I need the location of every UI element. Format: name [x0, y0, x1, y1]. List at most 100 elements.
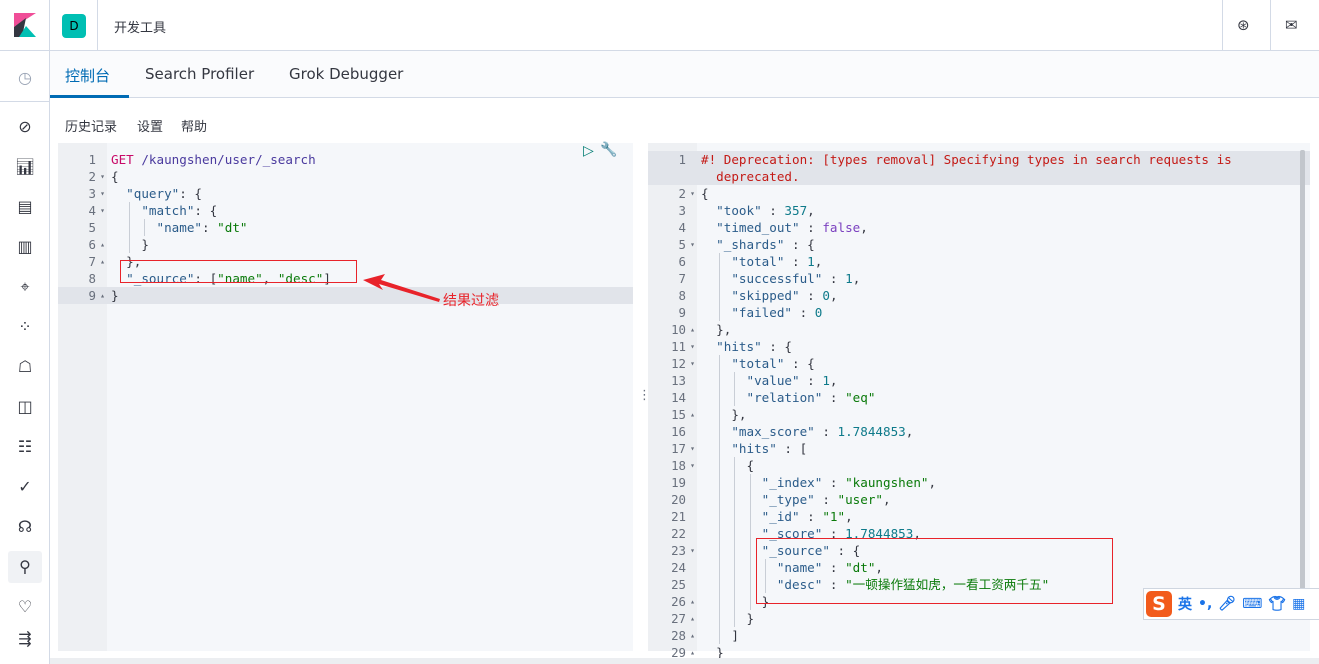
- fold-toggle-icon[interactable]: ▴: [97, 236, 105, 253]
- monitoring-icon[interactable]: ♡: [15, 597, 35, 617]
- wrench-icon[interactable]: 🔧: [600, 142, 617, 158]
- microphone-icon[interactable]: 🎤︎: [1218, 596, 1236, 612]
- fold-toggle-icon[interactable]: ▾: [687, 355, 695, 372]
- line-number: 4: [678, 220, 686, 235]
- code-line: "successful" : 1,: [701, 270, 860, 287]
- fold-toggle-icon[interactable]: ▴: [97, 287, 105, 304]
- code-token: "eq": [845, 390, 876, 405]
- fold-toggle-icon[interactable]: ▾: [97, 185, 105, 202]
- play-icon[interactable]: ▷: [583, 143, 594, 159]
- fold-toggle-icon[interactable]: ▾: [97, 168, 105, 185]
- skin-icon[interactable]: 👕︎: [1268, 596, 1286, 612]
- fold-toggle-icon[interactable]: ▴: [687, 610, 695, 627]
- code-token: : {: [761, 339, 793, 354]
- code-line: "name": "dt": [111, 219, 248, 236]
- fold-toggle-icon[interactable]: ▾: [687, 457, 695, 474]
- fold-toggle-icon[interactable]: ▴: [97, 253, 105, 270]
- lifebuoy-icon[interactable]: ⊛: [1237, 16, 1250, 34]
- fold-toggle-icon[interactable]: ▾: [687, 338, 695, 355]
- dashboard-icon[interactable]: ▤: [15, 197, 35, 217]
- grid-icon[interactable]: ▦: [1292, 596, 1305, 612]
- uptime-icon[interactable]: ✓: [15, 477, 35, 497]
- fold-toggle-icon[interactable]: ▴: [687, 627, 695, 644]
- annotation-arrow-icon: [363, 274, 440, 302]
- kibana-logo-icon[interactable]: [14, 13, 36, 37]
- fold-toggle-icon[interactable]: ▴: [687, 593, 695, 610]
- code-line: "match": {: [111, 202, 217, 219]
- ml-icon[interactable]: ⁘: [15, 317, 35, 337]
- line-number: 12: [671, 356, 686, 371]
- fold-toggle-icon[interactable]: ▴: [687, 406, 695, 423]
- visualize-icon[interactable]: 📊︎: [15, 157, 35, 177]
- code-token: "query": [126, 186, 180, 201]
- siem-icon[interactable]: ☊: [15, 517, 35, 537]
- space-avatar[interactable]: D: [62, 14, 86, 38]
- fold-toggle-icon[interactable]: ▴: [687, 321, 695, 338]
- help-link[interactable]: 帮助: [181, 116, 207, 135]
- line-number: 7: [88, 254, 96, 269]
- line-number: 6: [88, 237, 96, 252]
- settings-link[interactable]: 设置: [137, 116, 163, 135]
- code-token: 0: [814, 305, 823, 320]
- clock-icon[interactable]: ◷: [15, 68, 35, 88]
- line-number: 27: [671, 611, 686, 626]
- code-token: "relation": [746, 390, 823, 405]
- fold-toggle-icon[interactable]: ▾: [687, 440, 695, 457]
- top-bar: D 开发工具 ⊛ ✉: [0, 0, 1319, 51]
- scrollbar[interactable]: [1300, 150, 1305, 590]
- line-number: 23: [671, 543, 686, 558]
- sogou-logo-icon[interactable]: S: [1146, 591, 1172, 617]
- code-line: "hits" : [: [701, 440, 807, 457]
- side-nav: ◷ ⊘ 📊︎ ▤ ▥ ⌖ ⁘ ☖ ◫ ☷ ✓ ☊ ⚲ ♡ ⇶: [0, 51, 50, 664]
- divider: [97, 0, 98, 50]
- code-line: "_shards" : {: [701, 236, 815, 253]
- tab-console[interactable]: 控制台: [65, 65, 110, 86]
- collapse-icon[interactable]: ⇶: [15, 629, 35, 649]
- code-line: "hits" : {: [701, 338, 792, 355]
- logs-icon[interactable]: ◫: [15, 397, 35, 417]
- code-token: "successful": [731, 271, 823, 286]
- compass-icon[interactable]: ⊘: [15, 117, 35, 137]
- ime-language[interactable]: 英: [1178, 594, 1192, 614]
- code-token: 1: [822, 373, 830, 388]
- fold-toggle-icon[interactable]: ▾: [97, 202, 105, 219]
- fold-toggle-icon[interactable]: ▾: [687, 542, 695, 559]
- tab-search-profiler[interactable]: Search Profiler: [145, 65, 254, 83]
- ime-punct[interactable]: •,: [1198, 596, 1212, 612]
- line-number: 13: [671, 373, 686, 388]
- mail-icon[interactable]: ✉: [1285, 16, 1298, 34]
- line-number: 26: [671, 594, 686, 609]
- tab-grok-debugger[interactable]: Grok Debugger: [289, 65, 403, 83]
- code-token: "value": [746, 373, 800, 388]
- line-number: 24: [671, 560, 686, 575]
- apm-icon[interactable]: ☷: [15, 437, 35, 457]
- maps-icon[interactable]: ⌖: [15, 277, 35, 297]
- code-token: deprecated.: [701, 169, 800, 184]
- fold-toggle-icon[interactable]: ▾: [687, 236, 695, 253]
- code-token: "hits": [716, 339, 762, 354]
- canvas-icon[interactable]: ▥: [15, 237, 35, 257]
- code-token: GET: [111, 152, 134, 167]
- divider: [1270, 0, 1271, 50]
- fold-toggle-icon[interactable]: ▾: [687, 185, 695, 202]
- history-link[interactable]: 历史记录: [65, 116, 117, 135]
- code-token: :: [822, 390, 846, 405]
- devtools-icon[interactable]: ⚲: [15, 557, 35, 577]
- metrics-icon[interactable]: ☖: [15, 357, 35, 377]
- request-editor[interactable]: 1 GET /kaungshen/user/_search 2 ▾{3 ▾ "query…: [58, 143, 633, 651]
- code-token: :: [814, 492, 838, 507]
- keyboard-icon[interactable]: ⌨: [1242, 596, 1262, 612]
- code-line: }: [111, 287, 119, 304]
- indent-guide: [749, 474, 751, 610]
- code-token: : {: [194, 203, 218, 218]
- code-line: {: [111, 168, 119, 185]
